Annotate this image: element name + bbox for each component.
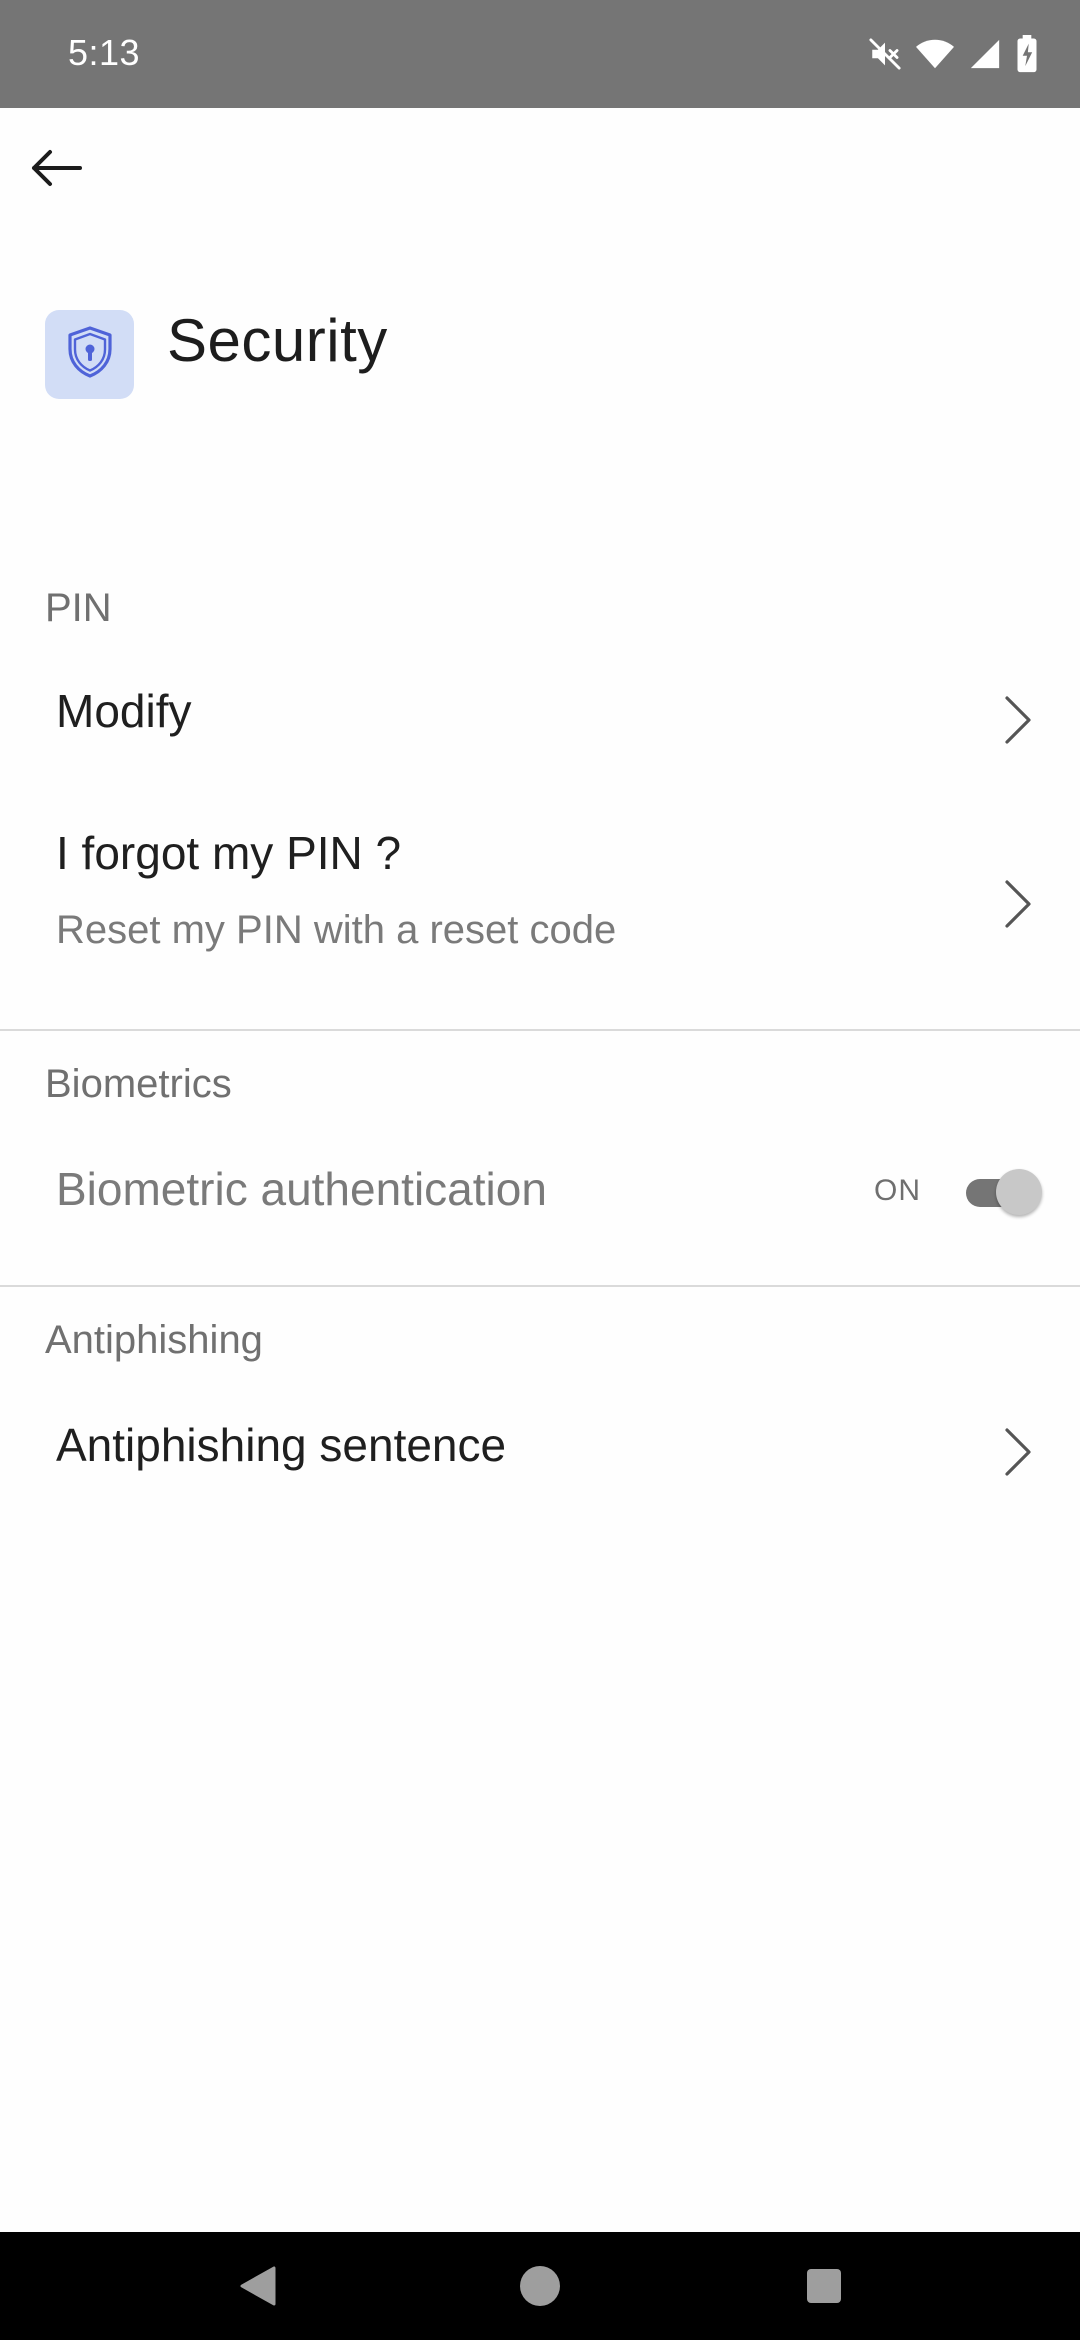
modify-pin-row[interactable]: Modify <box>0 650 1080 774</box>
forgot-pin-row[interactable]: I forgot my PIN ? Reset my PIN with a re… <box>0 790 1080 990</box>
forgot-pin-title: I forgot my PIN ? <box>56 827 402 879</box>
forgot-pin-subtitle: Reset my PIN with a reset code <box>56 908 617 952</box>
header-icon-tile <box>45 310 134 399</box>
arrow-left-icon <box>30 148 82 193</box>
switch-thumb <box>996 1169 1042 1215</box>
recents-square-icon <box>804 2266 844 2311</box>
back-button[interactable] <box>20 134 92 206</box>
biometric-toggle-switch[interactable] <box>966 1165 1042 1219</box>
battery-charging-icon <box>1016 35 1038 73</box>
nav-recents-button[interactable] <box>792 2256 856 2320</box>
security-screen: 5:13 Security PIN Modify I forgot my PIN… <box>0 0 1080 2340</box>
wifi-icon <box>916 37 954 71</box>
home-circle-icon <box>518 2264 562 2313</box>
back-triangle-icon <box>238 2264 278 2313</box>
status-bar: 5:13 <box>0 0 1080 108</box>
biometric-auth-title: Biometric authentication <box>56 1163 547 1215</box>
biometric-toggle-state: ON <box>874 1174 921 1207</box>
chevron-right-icon <box>998 1422 1038 1482</box>
status-time: 5:13 <box>68 32 141 73</box>
nav-home-button[interactable] <box>508 2256 572 2320</box>
section-header-antiphishing: Antiphishing <box>45 1318 263 1362</box>
status-icons <box>868 30 1038 78</box>
signal-icon <box>968 37 1002 71</box>
antiphishing-sentence-row[interactable]: Antiphishing sentence <box>0 1386 1080 1510</box>
mute-icon <box>868 37 902 71</box>
biometric-auth-row[interactable]: Biometric authentication ON <box>0 1130 1080 1254</box>
nav-back-button[interactable] <box>226 2256 290 2320</box>
divider <box>0 1285 1080 1287</box>
antiphishing-sentence-title: Antiphishing sentence <box>56 1419 507 1471</box>
section-header-biometrics: Biometrics <box>45 1062 232 1106</box>
shield-lock-icon <box>64 325 116 384</box>
modify-pin-title: Modify <box>56 685 192 737</box>
chevron-right-icon <box>998 690 1038 750</box>
divider <box>0 1029 1080 1031</box>
section-header-pin: PIN <box>45 586 112 630</box>
chevron-right-icon <box>998 874 1038 934</box>
system-nav-bar <box>0 2232 1080 2340</box>
page-title: Security <box>167 307 388 374</box>
